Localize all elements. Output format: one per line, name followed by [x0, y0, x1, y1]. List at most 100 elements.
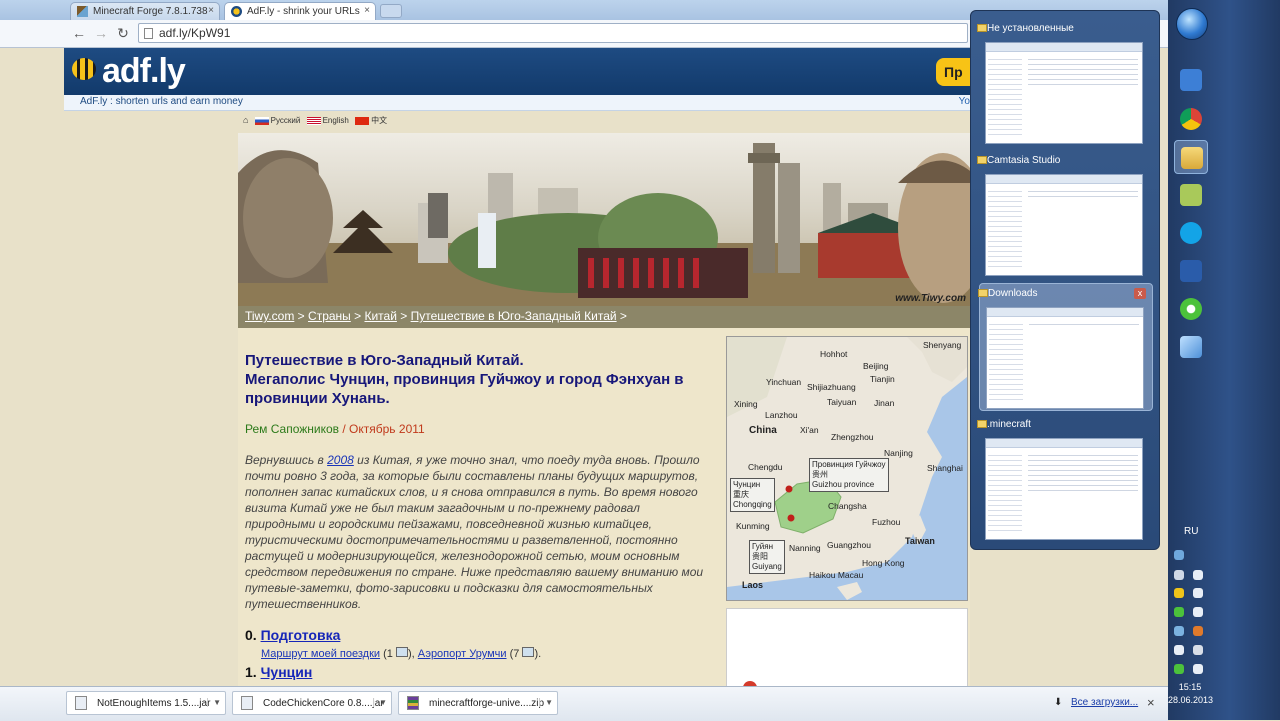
close-downloads-button[interactable]: ×: [1147, 695, 1155, 710]
tray-icon[interactable]: [1193, 607, 1203, 617]
download-item[interactable]: CodeChickenCore 0.8....jar ▼: [232, 691, 392, 715]
download-item[interactable]: NotEnoughItems 1.5....jar ▼: [66, 691, 226, 715]
urumqi-airport-link[interactable]: Аэропорт Урумчи: [418, 648, 507, 660]
back-button[interactable]: ←: [70, 24, 88, 42]
map-label: Nanning: [789, 543, 821, 553]
author-line: Рем Сапожников / Октябрь 2011: [245, 422, 425, 436]
breadcrumb-link-trip[interactable]: Путешествие в Юго-Западный Китай: [411, 309, 617, 323]
chevron-down-icon[interactable]: ▼: [207, 698, 221, 707]
separator: ),: [407, 648, 418, 660]
taskbar-app-icon[interactable]: [1174, 63, 1208, 97]
all-downloads-link[interactable]: Все загрузки...: [1071, 697, 1138, 708]
adfly-logo[interactable]: adf.ly: [102, 52, 186, 91]
intro-paragraph: Вернувшись в 2008 из Китая, я уже точно …: [245, 452, 713, 612]
system-clock[interactable]: 15:15 28.06.2013: [1168, 681, 1213, 707]
thumbnail-window[interactable]: Camtasia Studio: [977, 151, 1153, 279]
map-callout-guiyang: Гуйян 贵阳 Guiyang: [749, 540, 785, 574]
breadcrumb-separator: >: [294, 309, 309, 323]
lang-link-russian[interactable]: Русский: [271, 116, 301, 125]
adfly-tagline: AdF.ly : shorten urls and earn money: [80, 96, 243, 107]
start-button[interactable]: [1176, 8, 1208, 40]
section-link-preparation[interactable]: Подготовка: [261, 627, 341, 643]
word-icon[interactable]: [1174, 254, 1208, 288]
tray-icon[interactable]: [1174, 550, 1184, 560]
callout-line: 重庆: [733, 490, 749, 499]
thumbnail-title: Camtasia Studio: [987, 155, 1061, 166]
skype-icon[interactable]: [1174, 216, 1208, 250]
adfly-brand[interactable]: AdF.ly: [80, 96, 107, 107]
language-indicator[interactable]: RU: [1184, 526, 1198, 537]
author-name: Рем Сапожников: [245, 422, 340, 436]
language-bar: ⌂ Русский English 中文: [243, 115, 387, 126]
map-label-taiwan: Taiwan: [905, 536, 935, 546]
tray-icon[interactable]: [1174, 664, 1184, 674]
callout-line: Chongqing: [733, 500, 772, 509]
notes-icon[interactable]: [1174, 178, 1208, 212]
tray-icon[interactable]: [1193, 588, 1203, 598]
breadcrumb-link-china[interactable]: Китай: [364, 309, 396, 323]
title-line-1: Путешествие в Юго-Западный Китай.: [245, 352, 524, 369]
tray-icon[interactable]: [1174, 570, 1184, 580]
map-label: Chengdu: [748, 462, 783, 472]
banner-image: www.Tiwy.com: [238, 133, 970, 306]
year-2008-link[interactable]: 2008: [327, 453, 354, 467]
tray-icon[interactable]: [1174, 607, 1184, 617]
tab-adfly[interactable]: AdF.ly - shrink your URLs ×: [224, 2, 376, 20]
tray-icon[interactable]: [1174, 645, 1184, 655]
folder-icon: [978, 289, 988, 297]
breadcrumb-link-tiwy[interactable]: Tiwy.com: [245, 309, 294, 323]
map-label: Fuzhou: [872, 517, 901, 527]
title-line-2: Мегаполис Чунцин, провинция Гуйчжоу и го…: [245, 371, 684, 407]
reload-button[interactable]: ↻: [114, 24, 132, 42]
thumbnail-title: .minecraft: [987, 419, 1031, 430]
adfly-skip-button[interactable]: Пр: [936, 58, 970, 86]
adfly-right-text[interactable]: Yo: [959, 96, 970, 107]
section-number: 1.: [245, 664, 261, 680]
section-chongqing: 1. Чунцин: [245, 664, 312, 680]
thumbnail-window[interactable]: Не установленные: [977, 19, 1153, 147]
new-tab-button[interactable]: [380, 4, 402, 18]
lang-link-english[interactable]: English: [323, 116, 349, 125]
map-label: Lanzhou: [765, 410, 798, 420]
explorer-icon[interactable]: [1174, 140, 1208, 174]
signal-icon[interactable]: [1193, 570, 1203, 580]
breadcrumb-link-countries[interactable]: Страны: [308, 309, 351, 323]
route-link[interactable]: Маршрут моей поездки: [261, 648, 380, 660]
tray-icon[interactable]: [1193, 626, 1203, 636]
home-icon[interactable]: ⌂: [243, 115, 248, 125]
app-icon[interactable]: [1174, 330, 1208, 364]
thumbnail-window[interactable]: Downloads x: [978, 283, 1153, 411]
download-item[interactable]: minecraftforge-unive....zip ▼: [398, 691, 558, 715]
photo-icon: [395, 647, 408, 657]
tab-minecraft-forge[interactable]: Minecraft Forge 7.8.1.738 ×: [70, 2, 220, 20]
tray-icon[interactable]: [1174, 588, 1184, 598]
url-text: adf.ly/KpW91: [159, 26, 231, 40]
download-filename: CodeChickenCore 0.8....jar: [263, 698, 384, 709]
address-bar[interactable]: adf.ly/KpW91: [138, 23, 968, 43]
icq-icon[interactable]: [1174, 292, 1208, 326]
forward-button[interactable]: →: [92, 24, 110, 42]
chevron-down-icon[interactable]: ▼: [539, 698, 553, 707]
article-title: Путешествие в Юго-Западный Китай. Мегапо…: [245, 351, 715, 408]
map-callout-guizhou: Провинция Гуйчжоу 贵州 Guizhou province: [809, 458, 889, 492]
photo-icon: [522, 647, 535, 657]
section-link-chongqing[interactable]: Чунцин: [261, 664, 313, 680]
lang-link-chinese[interactable]: 中文: [371, 116, 387, 125]
flag-icon[interactable]: [1193, 645, 1203, 655]
file-icon: [241, 696, 253, 710]
tab-close-icon[interactable]: ×: [364, 5, 370, 16]
tab-close-icon[interactable]: ×: [208, 5, 214, 16]
banner-collage-illustration: [238, 143, 970, 306]
clock-time: 15:15: [1178, 682, 1202, 692]
map-label-country: China: [749, 425, 777, 436]
close-icon[interactable]: x: [1134, 288, 1146, 299]
thumbnail-window[interactable]: .minecraft: [977, 415, 1153, 543]
folder-icon: [977, 24, 987, 32]
tray-icon[interactable]: [1174, 626, 1184, 636]
chrome-icon[interactable]: [1174, 102, 1208, 136]
volume-icon[interactable]: [1193, 664, 1203, 674]
china-map[interactable]: Shenyang Hohhot Beijing Tianjin Yinchuan…: [726, 336, 968, 601]
chevron-down-icon[interactable]: ▼: [373, 698, 387, 707]
map-label: Shanghai: [927, 463, 963, 473]
download-arrow-icon: ⬇: [1054, 697, 1063, 708]
